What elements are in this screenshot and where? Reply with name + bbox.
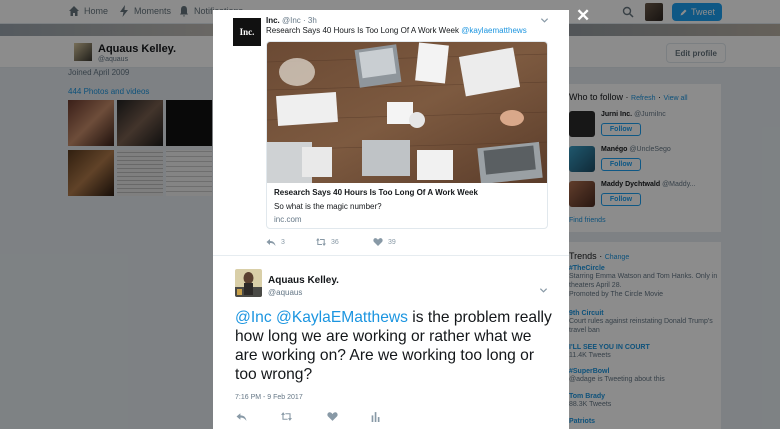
retweet-count: 36 <box>331 238 339 246</box>
tweet-text: @Inc @KaylaEMatthews is the problem real… <box>235 308 555 384</box>
quoted-text-body: Research Says 40 Hours Is Too Long Of A … <box>266 26 462 35</box>
quoted-author-name[interactable]: Inc. <box>266 16 280 25</box>
author-handle: @aquaus <box>268 288 303 297</box>
like-count: 39 <box>388 238 396 246</box>
reply-action[interactable]: 3 <box>266 237 316 247</box>
quoted-timestamp[interactable]: · 3h <box>303 16 317 25</box>
tweet-timestamp[interactable]: 7:16 PM - 9 Feb 2017 <box>235 394 303 401</box>
reply-tweet[interactable]: Aquaus Kelley. @aquaus @Inc @KaylaEMatth… <box>213 257 569 429</box>
card-domain: inc.com <box>274 215 302 224</box>
author-avatar[interactable] <box>235 269 262 297</box>
card-title: Research Says 40 Hours Is Too Long Of A … <box>274 188 478 197</box>
reply-icon <box>266 239 276 246</box>
heart-icon[interactable] <box>327 411 338 422</box>
like-action[interactable]: 39 <box>373 237 396 247</box>
quoted-tweet-actions: 3 36 39 <box>266 237 396 247</box>
chevron-down-icon[interactable] <box>540 16 549 25</box>
quoted-author-handle: @Inc <box>282 16 301 25</box>
quoted-tweet[interactable]: Inc. Inc. @Inc · 3h Research Says 40 Hou… <box>213 10 569 256</box>
retweet-icon <box>316 238 326 246</box>
retweet-icon[interactable] <box>281 411 292 422</box>
mention-link[interactable]: @kaylaematthews <box>461 26 526 35</box>
reply-count: 3 <box>281 238 285 246</box>
inc-logo-avatar[interactable]: Inc. <box>233 18 261 46</box>
chevron-down-icon[interactable] <box>539 286 548 295</box>
reply-icon[interactable] <box>236 411 247 422</box>
quoted-tweet-header: Inc. @Inc · 3h <box>266 16 317 25</box>
close-icon[interactable]: ✕ <box>576 6 590 26</box>
mention-link[interactable]: @Inc <box>235 309 272 326</box>
author-name[interactable]: Aquaus Kelley. <box>268 275 339 286</box>
heart-icon <box>373 238 383 246</box>
analytics-icon[interactable] <box>370 411 381 422</box>
card-image <box>267 42 547 183</box>
tweet-actions <box>236 411 396 423</box>
link-card[interactable]: Research Says 40 Hours Is Too Long Of A … <box>266 41 548 229</box>
tweet-modal: Inc. Inc. @Inc · 3h Research Says 40 Hou… <box>213 10 569 429</box>
mention-link[interactable]: @KaylaEMatthews <box>276 309 408 326</box>
quoted-tweet-text: Research Says 40 Hours Is Too Long Of A … <box>266 26 527 35</box>
retweet-action[interactable]: 36 <box>316 237 373 247</box>
card-description: So what is the magic number? <box>274 202 382 211</box>
